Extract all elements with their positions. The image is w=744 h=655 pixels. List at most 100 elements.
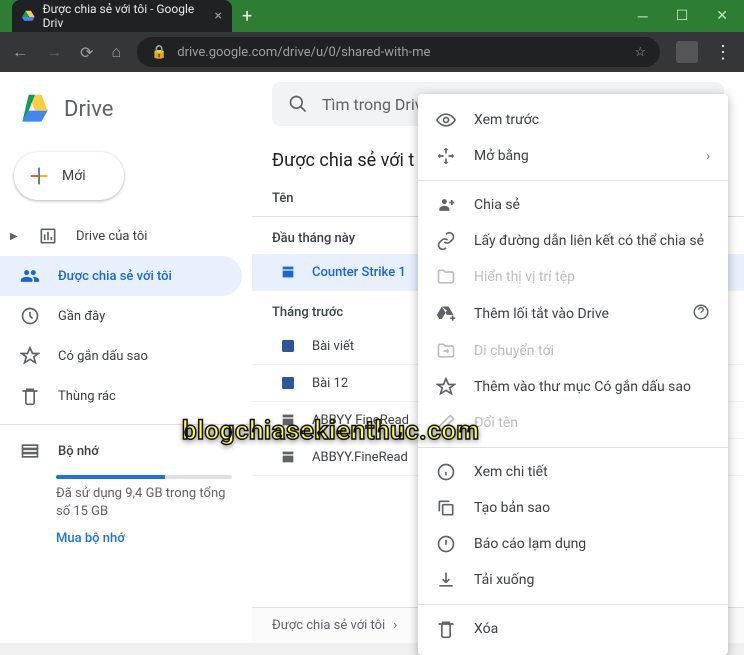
search-icon [288, 94, 308, 114]
context-menu: Xem trước Mở bằng › Chia sẻ Lấy đường dẫ… [418, 94, 728, 655]
watermark-text: blogchiasekienthuc.com [182, 416, 479, 446]
warning-icon [436, 534, 456, 554]
sidebar-item-label: Được chia sẻ với tôi [58, 269, 172, 284]
ctx-details[interactable]: Xem chi tiết [418, 454, 728, 490]
link-icon [436, 231, 456, 251]
copy-icon [436, 498, 456, 518]
trash-icon [20, 386, 40, 406]
ctx-share[interactable]: Chia sẻ [418, 187, 728, 223]
person-add-icon [436, 195, 456, 215]
ctx-label: Tạo bản sao [474, 500, 550, 516]
tab-title: Được chia sẻ với tôi - Google Driv [43, 2, 201, 30]
my-drive-icon [38, 226, 58, 246]
nav-home-icon[interactable]: ⌂ [111, 42, 121, 62]
profile-avatar[interactable] [676, 41, 698, 63]
download-icon [436, 570, 456, 590]
sidebar-item-recent[interactable]: Gần đây [0, 296, 242, 336]
ctx-get-link[interactable]: Lấy đường dẫn liên kết có thể chia sẻ [418, 223, 728, 259]
sidebar-item-my-drive[interactable]: ▶ Drive của tôi [0, 216, 242, 256]
file-name: Bài viết [312, 339, 354, 354]
tab-close-icon[interactable]: × [215, 8, 222, 24]
ctx-preview[interactable]: Xem trước [418, 102, 728, 138]
buy-storage-link[interactable]: Mua bộ nhớ [56, 531, 252, 546]
ctx-label: Chia sẻ [474, 197, 520, 213]
open-with-icon [436, 146, 456, 166]
ctx-label: Thêm vào thư mục Có gắn dấu sao [474, 379, 691, 395]
plus-icon [28, 165, 50, 187]
nav-back-icon[interactable]: ← [12, 42, 28, 62]
file-name: ABBYY.FineRead [312, 450, 408, 465]
ctx-label: Di chuyển tới [474, 343, 554, 359]
sidebar-item-label: Có gắn dấu sao [58, 349, 148, 364]
window-minimize-icon[interactable]: ─ [638, 8, 648, 25]
sidebar-item-label: Thùng rác [58, 389, 116, 404]
new-button-label: Mới [62, 168, 86, 184]
move-icon [436, 341, 456, 361]
drive-logo[interactable]: Drive [0, 82, 252, 142]
drive-logo-icon [16, 90, 54, 128]
browser-menu-icon[interactable]: ⋮ [714, 42, 732, 63]
new-button[interactable]: Mới [14, 152, 124, 200]
ctx-label: Tải xuống [474, 572, 534, 588]
address-bar[interactable]: 🔒 drive.google.com/drive/u/0/shared-with… [137, 37, 660, 67]
nav-forward-icon: → [46, 42, 62, 62]
ctx-label: Lấy đường dẫn liên kết có thể chia sẻ [474, 233, 704, 249]
file-name: Bài 12 [312, 376, 348, 391]
archive-icon [280, 449, 296, 465]
sidebar-item-label: Drive của tôi [76, 229, 147, 244]
sidebar-item-label: Gần đây [58, 309, 105, 324]
star-bookmark-icon[interactable]: ☆ [634, 45, 646, 60]
ctx-label: Xem chi tiết [474, 464, 548, 480]
storage-detail: Đã sử dụng 9,4 GB trong tổng số 15 GB [56, 485, 232, 521]
info-icon [436, 462, 456, 482]
nav-reload-icon[interactable]: ⟳ [80, 43, 93, 62]
help-icon[interactable] [692, 303, 710, 325]
drive-add-icon [436, 304, 456, 324]
drive-favicon [22, 9, 35, 23]
clock-icon [20, 306, 40, 326]
file-name: Counter Strike 1 [312, 265, 406, 280]
ctx-label: Xóa [474, 621, 498, 637]
window-close-icon[interactable]: ✕ [716, 8, 728, 25]
expand-triangle-icon[interactable]: ▶ [10, 231, 20, 242]
folder-icon [436, 267, 456, 287]
sidebar-item-starred[interactable]: Có gắn dấu sao [0, 336, 242, 376]
search-placeholder: Tìm trong Driv [322, 95, 422, 114]
word-icon [280, 338, 296, 354]
sidebar-item-shared[interactable]: Được chia sẻ với tôi [0, 256, 242, 296]
trash-icon [436, 619, 456, 639]
ctx-remove[interactable]: Xóa [418, 611, 728, 647]
sidebar-item-trash[interactable]: Thùng rác [0, 376, 242, 416]
ctx-add-shortcut[interactable]: Thêm lối tắt vào Drive [418, 295, 728, 333]
eye-icon [436, 110, 456, 130]
ctx-make-copy[interactable]: Tạo bản sao [418, 490, 728, 526]
ctx-open-with[interactable]: Mở bằng › [418, 138, 728, 174]
ctx-add-star[interactable]: Thêm vào thư mục Có gắn dấu sao [418, 369, 728, 405]
ctx-download[interactable]: Tải xuống [418, 562, 728, 598]
archive-icon [280, 264, 296, 280]
ctx-label: Thêm lối tắt vào Drive [474, 306, 609, 322]
word-icon [280, 375, 296, 391]
ctx-show-location: Hiển thị vị trí tệp [418, 259, 728, 295]
browser-tab[interactable]: Được chia sẻ với tôi - Google Driv × [12, 0, 232, 32]
ctx-label: Đổi tên [474, 415, 518, 431]
url-text: drive.google.com/drive/u/0/shared-with-m… [177, 45, 430, 60]
star-icon [436, 377, 456, 397]
chevron-right-icon: › [706, 149, 710, 163]
storage-label: Bộ nhớ [58, 444, 99, 459]
ctx-report[interactable]: Báo cáo lạm dụng [418, 526, 728, 562]
ctx-label: Hiển thị vị trí tệp [474, 269, 575, 285]
lock-icon: 🔒 [151, 45, 167, 60]
new-tab-button[interactable]: + [242, 6, 252, 27]
brand-text: Drive [64, 97, 113, 122]
chevron-right-icon: › [393, 618, 397, 633]
window-maximize-icon[interactable]: ☐ [676, 8, 689, 25]
ctx-label: Xem trước [474, 112, 539, 128]
storage-icon [20, 441, 40, 461]
ctx-label: Mở bằng [474, 148, 529, 164]
ctx-label: Báo cáo lạm dụng [474, 536, 586, 552]
ctx-move-to: Di chuyển tới [418, 333, 728, 369]
people-icon [20, 266, 40, 286]
storage-progress [56, 475, 232, 479]
breadcrumb-text: Được chia sẻ với tôi [272, 618, 385, 633]
